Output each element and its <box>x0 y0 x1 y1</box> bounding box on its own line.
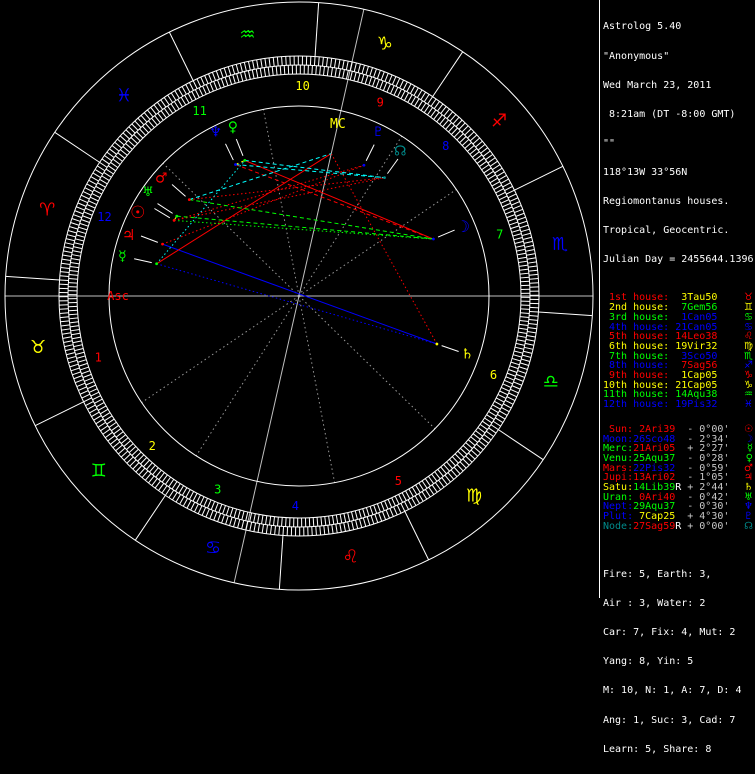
degree-dot-mercury <box>155 262 158 265</box>
planet-glyph-mars: ♂ <box>155 171 168 187</box>
planet-glyph-uranus: ♅ <box>142 185 154 200</box>
chart-name: "Anonymous" <box>603 52 753 62</box>
info-panel: Astrolog 5.40 "Anonymous" Wed March 23, … <box>600 0 755 598</box>
degree-dot-saturn <box>435 343 438 346</box>
sign-glyph-virgo: ♍ <box>466 486 482 507</box>
header-block: Astrolog 5.40 "Anonymous" Wed March 23, … <box>603 3 753 284</box>
planet-glyph-saturn: ♄ <box>461 346 474 362</box>
chart-area[interactable]: ♈♉♊♋♌♍♎♏♐♑♒♓123456789101112☉☽☿♀♂♃♄♅♆♇☊As… <box>0 0 600 598</box>
house-number-12: 12 <box>97 210 111 224</box>
degree-dot-venus <box>243 159 246 162</box>
house-cusp-value: 19Pis32 <box>669 400 717 410</box>
sign-glyph-capricorn: ♑ <box>377 34 393 55</box>
degree-dot-neptune <box>234 163 237 166</box>
chart-coordinates: 118°13W 33°56N <box>603 168 753 178</box>
house-number-3: 3 <box>214 483 221 497</box>
planet-glyph-node: ☊ <box>394 144 406 160</box>
planet-glyph-jupiter: ♃ <box>122 226 135 244</box>
sign-glyph-taurus: ♉ <box>30 337 46 358</box>
aspect-opposition-jupiter-saturn <box>163 244 437 344</box>
house-sign-glyph: ♓ <box>717 400 753 410</box>
aspect-lines <box>157 154 437 344</box>
chart-wheel: ♈♉♊♋♌♍♎♏♐♑♒♓123456789101112☉☽☿♀♂♃♄♅♆♇☊As… <box>0 0 600 598</box>
degree-dot-moon <box>432 238 435 241</box>
sign-glyph-pisces: ♓ <box>116 85 132 106</box>
house-number-8: 8 <box>442 139 449 153</box>
zodiac-mode: Tropical, Geocentric. <box>603 226 753 236</box>
house-number-7: 7 <box>496 227 503 241</box>
house-number-10: 10 <box>295 79 309 93</box>
asc-label: Asc <box>107 289 129 303</box>
aspect-square-saturn-mc <box>331 154 437 344</box>
planet-table: Sun:2Ari39- 0°00'☉Moon:26Sco48- 2°34'☽Me… <box>603 425 753 532</box>
planet-offset: + 0°00' <box>681 522 729 532</box>
stats-learn-share: Learn: 5, Share: 8 <box>603 745 753 755</box>
degree-dot-node <box>383 176 386 179</box>
planet-glyph-pluto: ♇ <box>372 125 384 140</box>
chart-place: "" <box>603 139 753 149</box>
aspect-square-venus-moon <box>245 160 434 239</box>
aspect-trine-uranus-moon <box>177 216 434 239</box>
sign-glyph-cancer: ♋ <box>205 537 221 558</box>
stats-elements-2: Air : 3, Water: 2 <box>603 599 753 609</box>
stats-ang-suc-cad: Ang: 1, Suc: 3, Cad: 7 <box>603 716 753 726</box>
planet-degree-dots <box>155 159 438 345</box>
planet-glyph: ☊ <box>729 522 753 532</box>
planet-pointers <box>134 139 458 351</box>
angle-axes <box>5 9 593 583</box>
house-number-2: 2 <box>149 439 156 453</box>
sign-glyph-scorpio: ♏ <box>552 234 568 255</box>
house-label: 12th house: <box>603 400 669 410</box>
degree-dot-pluto <box>363 164 366 167</box>
sign-glyph-leo: ♌ <box>342 546 358 567</box>
aspect-square-mercury-mc <box>157 154 332 264</box>
planet-glyph-venus: ♀ <box>228 120 238 136</box>
sign-glyph-gemini: ♊ <box>91 461 107 482</box>
chart-time: 8:21am (DT -8:00 GMT) <box>603 110 753 120</box>
chart-date: Wed March 23, 2011 <box>603 81 753 91</box>
house-number-4: 4 <box>292 499 299 513</box>
degree-dot-jupiter <box>161 243 164 246</box>
sign-glyph-aquarius: ♒ <box>239 25 255 46</box>
house-system: Regiomontanus houses. <box>603 197 753 207</box>
stats-block: Fire: 5, Earth: 3, Air : 3, Water: 2 Car… <box>603 551 753 774</box>
sign-glyph-libra: ♎ <box>543 371 559 392</box>
degree-dot-uranus <box>175 215 178 218</box>
stats-yang-yin: Yang: 8, Yin: 5 <box>603 657 753 667</box>
planet-glyph-mercury: ☿ <box>118 249 127 265</box>
planet-glyph-sun: ☉ <box>130 203 145 223</box>
planet-glyph-neptune: ♆ <box>209 125 222 141</box>
degree-dot-mars <box>188 198 191 201</box>
house-row-12: 12th house:19Pis32♓ <box>603 400 753 410</box>
planet-position-value: 27Sag59 <box>633 522 675 532</box>
planet-row-node: Node:27Sag59R+ 0°00'☊ <box>603 522 753 532</box>
house-number-1: 1 <box>95 351 102 365</box>
stats-elements-1: Fire: 5, Earth: 3, <box>603 570 753 580</box>
planet-label: Node: <box>603 522 633 532</box>
sign-glyph-aries: ♈ <box>39 200 55 221</box>
house-number-5: 5 <box>395 474 402 488</box>
app-title: Astrolog 5.40 <box>603 22 753 32</box>
planet-glyph-moon: ☽ <box>456 217 470 236</box>
house-number-9: 9 <box>377 95 384 109</box>
sign-glyph-sagittarius: ♐ <box>491 110 507 131</box>
julian-day: Julian Day = 2455644.1396 <box>603 255 753 265</box>
house-number-11: 11 <box>192 104 206 118</box>
stats-modes: Car: 7, Fix: 4, Mut: 2 <box>603 628 753 638</box>
house-number-6: 6 <box>490 368 497 382</box>
mc-label: MC <box>330 117 346 132</box>
degree-dot-sun <box>173 219 176 222</box>
stats-hemispheres: M: 10, N: 1, A: 7, D: 4 <box>603 686 753 696</box>
house-table: 1st house:3Tau50♉2nd house:7Gem56♊3rd ho… <box>603 293 753 409</box>
